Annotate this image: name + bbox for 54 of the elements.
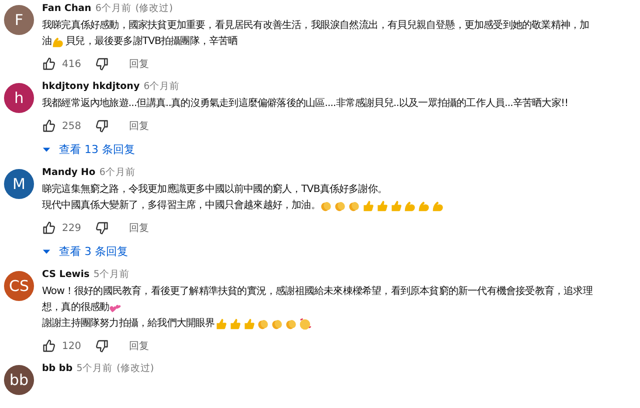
author-name[interactable]: Mandy Ho bbox=[42, 167, 96, 178]
view-replies-link[interactable]: 查看 3 条回复 bbox=[42, 240, 128, 262]
heart-face-icon bbox=[298, 318, 311, 330]
comment-time[interactable]: 5个月前 bbox=[76, 362, 113, 375]
comment-text: 油 bbox=[42, 34, 52, 49]
thumbs-down-icon[interactable] bbox=[95, 119, 110, 133]
comment-text: 貝兒，最後要多謝TVB拍攝團隊，辛苦晒 bbox=[66, 34, 238, 49]
thumbs-down-icon[interactable] bbox=[95, 339, 110, 353]
like-count: 229 bbox=[62, 222, 82, 234]
avatar[interactable]: F bbox=[4, 5, 34, 35]
avatar[interactable]: bb bbox=[4, 365, 34, 395]
like-count: 120 bbox=[62, 340, 82, 352]
thumbs-up-icon[interactable] bbox=[42, 339, 56, 353]
comment-time[interactable]: 5个月前 bbox=[93, 268, 130, 281]
thumbs-up-icon[interactable] bbox=[42, 57, 56, 71]
reply-button[interactable]: 回复 bbox=[129, 57, 150, 71]
author-name[interactable]: Fan Chan bbox=[42, 3, 92, 14]
thumbs-down-icon[interactable] bbox=[95, 57, 110, 71]
comment-text: 現代中國真係大變新了，多得習主席，中國只會越來越好，加油。 bbox=[42, 198, 320, 213]
thumbs-up-icon bbox=[362, 200, 374, 212]
reply-button[interactable]: 回复 bbox=[129, 221, 150, 235]
comment-time[interactable]: 6个月前 bbox=[99, 166, 136, 179]
avatar[interactable]: M bbox=[4, 169, 34, 199]
comment-text: Wow！很好的國民教育，看後更了解精準扶貧的實況，感謝祖國給未來棟樑希望，看到原本貧窮的新一代有機會接受教育，追求理 bbox=[42, 284, 592, 299]
caret-icon bbox=[42, 144, 51, 154]
comment-text: 謝謝主持團隊努力拍攝，給我們大開眼界 bbox=[42, 316, 215, 331]
comment-time[interactable]: 6个月前 bbox=[144, 80, 180, 93]
comment-text: 我睇完真係好感動，國家扶貧更加重要，看見居民有改善生活，我眼淚自然流出，有貝兒親自登懸，更加感受到她的敬業精神，加 bbox=[42, 18, 590, 33]
thumbs-up-icon[interactable] bbox=[42, 221, 56, 235]
thumbs-up-icon bbox=[242, 318, 255, 330]
comment-text: 我都經常返內地旅遊...但講真..真的沒勇氣走到這麼偏僻落後的山區....非常感謝貝兒..以及一眾拍攝的工作人員...辛苦晒大家!! bbox=[42, 96, 568, 111]
reply-button[interactable]: 回复 bbox=[129, 339, 150, 353]
thumbs-up-icon bbox=[228, 318, 241, 330]
thumbs-up-icon bbox=[376, 200, 388, 212]
avatar[interactable]: CS bbox=[4, 271, 34, 301]
hearts-icon bbox=[109, 302, 122, 314]
reply-button[interactable]: 回复 bbox=[129, 119, 150, 133]
caret-icon bbox=[42, 246, 51, 256]
thumbs-up-icon bbox=[390, 200, 402, 212]
like-count: 258 bbox=[62, 120, 82, 132]
thumbs-down-icon[interactable] bbox=[95, 221, 110, 235]
author-name[interactable]: hkdjtony hkdjtony bbox=[42, 81, 140, 92]
comment-time[interactable]: 6个月前 bbox=[95, 2, 132, 15]
author-name[interactable]: CS Lewis bbox=[42, 269, 90, 280]
view-replies-link[interactable]: 查看 13 条回复 bbox=[42, 138, 135, 160]
edited-label: (修改过) bbox=[135, 2, 173, 15]
thumbs-up-icon bbox=[214, 318, 227, 330]
comment-text: 想，真的很感動 bbox=[42, 300, 110, 315]
comment-text: 睇完這集無窮之路，令我更加應識更多中國以前中國的窮人，TVB真係好多謝你。 bbox=[42, 182, 388, 197]
thumbs-up-icon[interactable] bbox=[42, 119, 56, 133]
avatar[interactable]: h bbox=[4, 83, 34, 113]
like-count: 416 bbox=[62, 58, 82, 70]
edited-label: (修改过) bbox=[116, 362, 154, 375]
author-name[interactable]: bb bb bbox=[42, 363, 73, 374]
